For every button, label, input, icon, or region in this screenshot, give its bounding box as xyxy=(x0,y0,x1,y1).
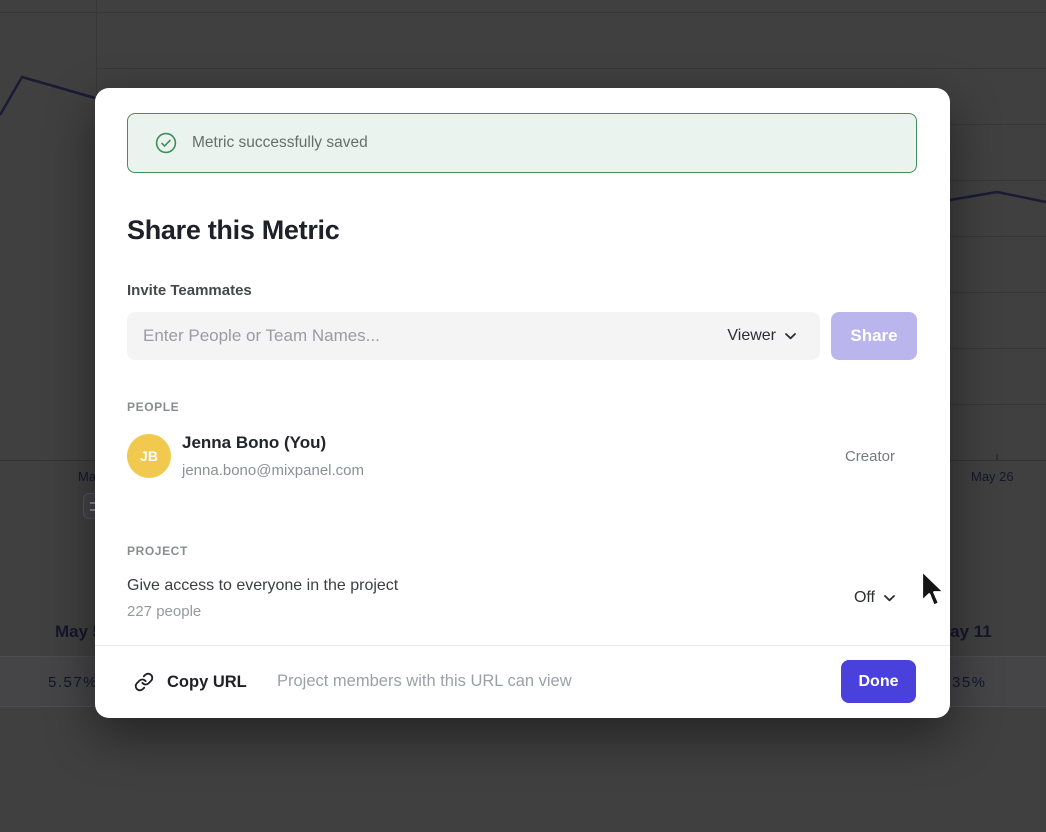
modal-title: Share this Metric xyxy=(127,215,339,246)
x-axis-label-right: May 26 xyxy=(971,469,1014,484)
chevron-down-icon xyxy=(884,595,895,602)
invite-input-container: Viewer xyxy=(127,312,820,360)
role-dropdown[interactable]: Viewer xyxy=(727,327,796,345)
project-access-dropdown[interactable]: Off xyxy=(854,589,895,607)
project-access-title: Give access to everyone in the project xyxy=(127,577,398,595)
success-toast: Metric successfully saved xyxy=(127,113,917,173)
copy-url-label: Copy URL xyxy=(167,673,247,692)
app-screen: May May 26 May 5 May 11 5.57% 35% Metric… xyxy=(0,0,1046,832)
table-value-left: 5.57% xyxy=(48,674,98,691)
project-people-count: 227 people xyxy=(127,603,201,620)
link-icon xyxy=(134,672,154,692)
done-button[interactable]: Done xyxy=(841,660,916,703)
people-section-label: PEOPLE xyxy=(127,400,179,414)
person-name: Jenna Bono (You) xyxy=(182,433,326,453)
chevron-down-icon xyxy=(785,333,796,340)
url-helper-text: Project members with this URL can view xyxy=(277,672,572,691)
role-dropdown-value: Viewer xyxy=(727,327,776,345)
person-email: jenna.bono@mixpanel.com xyxy=(182,462,364,479)
invite-people-input[interactable] xyxy=(143,326,717,346)
share-button[interactable]: Share xyxy=(831,312,917,360)
share-metric-modal: Metric successfully saved Share this Met… xyxy=(95,88,950,718)
project-access-value: Off xyxy=(854,589,875,607)
project-section-label: PROJECT xyxy=(127,544,188,558)
footer-divider xyxy=(95,645,950,646)
table-value-right: 35% xyxy=(952,674,987,691)
avatar: JB xyxy=(127,434,171,478)
toast-message: Metric successfully saved xyxy=(192,134,368,152)
person-role-badge: Creator xyxy=(845,448,895,465)
mouse-cursor xyxy=(920,570,946,608)
check-circle-icon xyxy=(155,132,177,154)
invite-teammates-label: Invite Teammates xyxy=(127,282,252,299)
copy-url-button[interactable]: Copy URL xyxy=(134,668,247,696)
